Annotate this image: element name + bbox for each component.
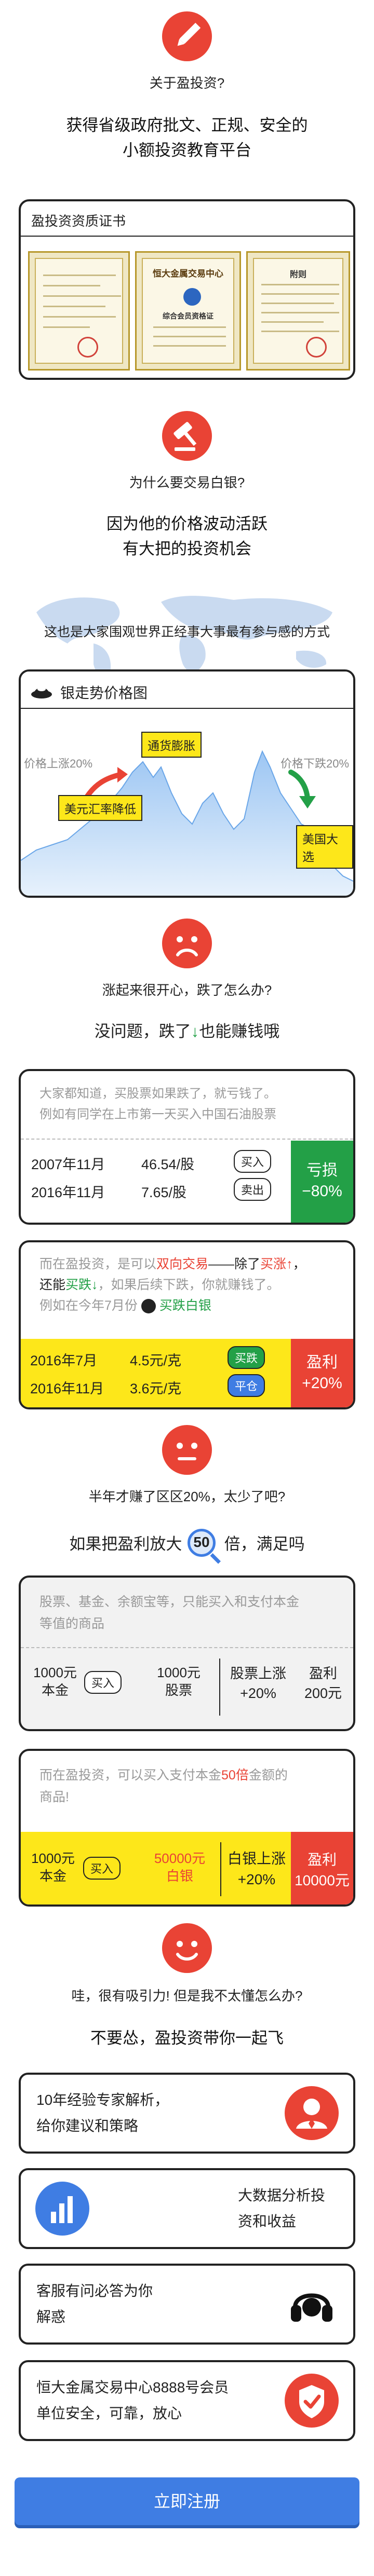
silver-ingot-icon (30, 681, 53, 700)
label-price-up: 价格上涨20% (24, 757, 93, 770)
tag-usd-rate: 美元汇率降低 (58, 795, 142, 821)
headset-icon (285, 2277, 339, 2331)
green-down-arrow-icon: ↓ (191, 1022, 199, 1040)
trend-card: 银走势价格图 价格上涨20% 价格下跌20% 通货膨胀 美元汇率降低 美国大选 (19, 669, 355, 898)
section1-headline-line1: 获得省级政府批文、正规、安全的 (66, 116, 308, 134)
section4-question: 半年才赚了区区20%，太少了吧? (88, 1489, 286, 1504)
green-down-arrow-icon: ↓ (91, 1278, 98, 1292)
stock-row-2-date: 2016年11月 (31, 1185, 105, 1200)
magnifier-icon: 50 (186, 1529, 221, 1564)
stock-compare-capital: 1000元 本金 (33, 1665, 77, 1698)
section2-headline-line1: 因为他的价格波动活跃 (106, 515, 268, 533)
expert-avatar-icon (285, 2086, 339, 2140)
section1-question: 关于盈投资? (149, 75, 225, 91)
silver-row-2-action: 平仓 (228, 1374, 265, 1397)
feature-card-support: 客服有问必答为你 解惑 (19, 2264, 355, 2345)
leverage-profit-badge: 盈利 10000元 (291, 1832, 353, 1904)
leverage-action: 买入 (83, 1857, 121, 1880)
certificate-card: 盈投资资质证书 恒大金属交易中心 综合会员资格证 附则 (19, 199, 355, 380)
leverage-rise: 白银上涨 +20% (227, 1851, 286, 1887)
trend-card-title: 银走势价格图 (60, 685, 148, 701)
stock-compare-rise: 股票上涨 +20% (230, 1666, 286, 1701)
red-up-arrow-icon: ↑ (286, 1257, 293, 1271)
feature-expert-text: 10年经验专家解析， 给你建议和策略 (36, 2092, 169, 2134)
stock-row-1-action: 买入 (234, 1150, 272, 1173)
section3-question: 涨起来很开心，跌了怎么办? (102, 982, 272, 998)
feature-card-security: 恒大金属交易中心8888号会员 单位安全，可靠，放心 (19, 2360, 355, 2441)
silver-row-1-price: 4.5元/克 (130, 1353, 182, 1368)
silver-row-2-date: 2016年11月 (30, 1381, 104, 1396)
section2-headline-line2: 有大把的投资机会 (123, 540, 251, 558)
silver-profit-badge: 盈利 +20% (291, 1339, 353, 1407)
happy-face-icon (162, 1923, 212, 1973)
feature-card-expert: 10年经验专家解析， 给你建议和策略 (19, 2073, 355, 2154)
stock-loss-badge: 亏损 −80% (291, 1141, 353, 1223)
silver-row-1-date: 2016年7月 (30, 1353, 98, 1368)
section5-question: 哇，很有吸引力! 但是我不太懂怎么办? (71, 1988, 303, 2004)
section5-answer: 不要怂，盈投资带你一起飞 (90, 2029, 284, 2047)
feature-bigdata-text: 大数据分析投 资和收益 (238, 2187, 326, 2229)
tag-inflation: 通货膨胀 (141, 732, 202, 758)
section2-caption: 这也是大家围观世界正经事大事最有参与感的方式 (44, 625, 330, 639)
certificate-card-title: 盈投资资质证书 (31, 213, 126, 229)
pencil-icon (162, 11, 212, 61)
silver-row-1-action: 买跌 (228, 1346, 265, 1369)
tag-election: 美国大选 (296, 825, 353, 869)
label-price-down: 价格下跌20% (280, 757, 350, 770)
stock-row-2-action: 卖出 (234, 1178, 272, 1201)
down-arrow-icon (288, 770, 310, 801)
stock-compare-card: 股票、基金、余额宝等，只能买入和支付本金 等值的商品 1000元 本金 买入 1… (19, 1575, 355, 1731)
feature-support-text: 客服有问必答为你 解惑 (36, 2283, 153, 2325)
bar-chart-icon (35, 2182, 89, 2236)
stock-compare-profit: 盈利 200元 (304, 1666, 342, 1701)
stock-row-1-date: 2007年11月 (31, 1157, 105, 1172)
certificate-image-left (28, 251, 130, 371)
silver-ingot-icon (141, 1299, 156, 1314)
section1-headline-line2: 小额投资教育平台 (123, 141, 251, 159)
certificate-image-right: 附则 (246, 251, 350, 371)
gavel-icon (162, 411, 212, 461)
silver-short-text: 而在盈投资，是可以双向交易——除了买涨↑， 还能买跌↓，如果后续下跌，你就赚钱了… (39, 1257, 306, 1314)
stock-compare-asset: 1000元 股票 (157, 1665, 201, 1698)
silver-row-2-price: 3.6元/克 (130, 1381, 182, 1396)
section2-question: 为什么要交易白银? (129, 475, 245, 490)
feature-security-text: 恒大金属交易中心8888号会员 单位安全，可靠，放心 (36, 2379, 229, 2421)
sad-face-icon (162, 919, 212, 968)
section3-answer: 没问题，跌了↓也能赚钱哦 (94, 1022, 280, 1040)
leverage-card: 而在盈投资，可以买入支付本金50倍金额的 商品! 1000元 本金 买入 500… (19, 1749, 355, 1907)
leverage-text: 而在盈投资，可以买入支付本金50倍金额的 商品! (39, 1768, 288, 1804)
register-button[interactable]: 立即注册 (15, 2477, 359, 2525)
section4-answer: 如果把盈利放大 50 倍，满足吗 (0, 1529, 374, 1564)
stock-card: 大家都知道，买股票如果跌了，就亏钱了。 例如有同学在上市第一天买入中国石油股票 … (19, 1069, 355, 1225)
silver-short-card: 而在盈投资，是可以双向交易——除了买涨↑， 还能买跌↓，如果后续下跌，你就赚钱了… (19, 1240, 355, 1409)
neutral-face-icon (162, 1425, 212, 1475)
stock-compare-action: 买入 (84, 1671, 122, 1694)
stock-compare-text: 股票、基金、余额宝等，只能买入和支付本金 等值的商品 (39, 1595, 300, 1631)
divider (21, 236, 353, 237)
stock-row-2-price: 7.65/股 (141, 1185, 187, 1200)
leverage-capital: 1000元 本金 (31, 1851, 75, 1884)
stock-card-text: 大家都知道，买股票如果跌了，就亏钱了。 例如有同学在上市第一天买入中国石油股票 (39, 1087, 276, 1121)
shield-check-icon (285, 2374, 339, 2428)
certificate-image-center: 恒大金属交易中心 综合会员资格证 (135, 251, 241, 371)
leverage-asset: 50000元 白银 (154, 1851, 206, 1884)
feature-card-bigdata: 大数据分析投 资和收益 (19, 2168, 355, 2249)
stock-row-1-price: 46.54/股 (141, 1157, 195, 1172)
